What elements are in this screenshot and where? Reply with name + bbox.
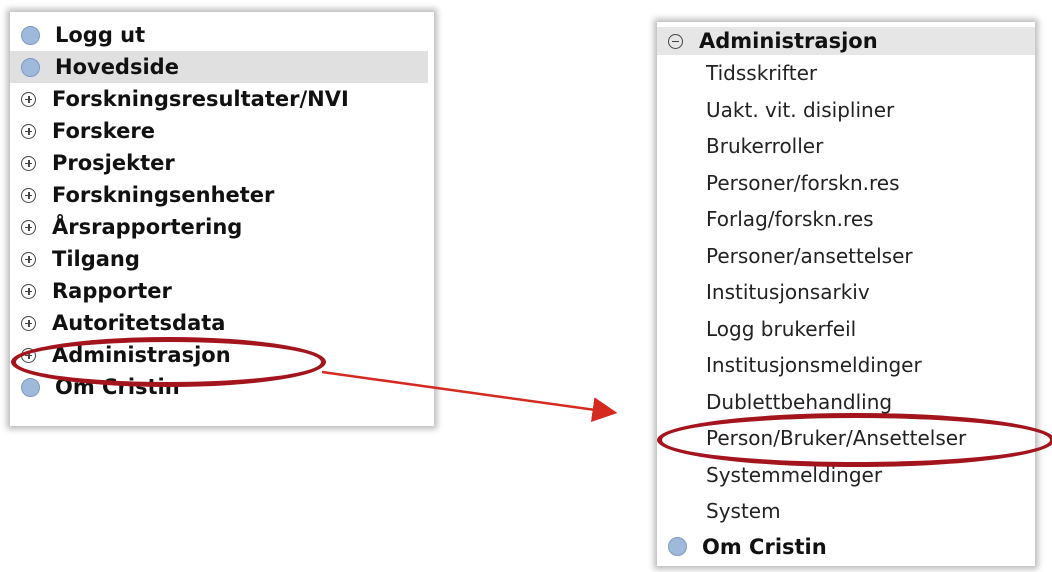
submenu-item-system[interactable]: System <box>657 493 1035 530</box>
collapse-minus-icon[interactable] <box>668 33 683 49</box>
submenu-item-institusjonsmeldinger[interactable]: Institusjonsmeldinger <box>657 347 1035 384</box>
menu-item-logg-ut[interactable]: Logg ut <box>10 19 434 51</box>
menu-item-label: Forskningsenheter <box>52 183 275 207</box>
submenu-item-uakt-vit-disipliner[interactable]: Uakt. vit. disipliner <box>657 92 1035 129</box>
menu-item-label: Administrasjon <box>52 343 231 367</box>
expand-plus-icon[interactable] <box>21 315 36 331</box>
submenu-item-brukerroller[interactable]: Brukerroller <box>657 128 1035 165</box>
bullet-icon <box>21 377 40 397</box>
menu-item-label: Årsrapportering <box>52 215 243 239</box>
menu-item-hovedside[interactable]: Hovedside <box>10 51 428 83</box>
expand-plus-icon[interactable] <box>21 219 36 235</box>
menu-item-administrasjon[interactable]: Administrasjon <box>10 339 434 371</box>
menu-item-label: Logg ut <box>55 23 146 47</box>
menu-item-label: Tilgang <box>52 247 140 271</box>
admin-submenu: Administrasjon Tidsskrifter Uakt. vit. d… <box>657 22 1035 564</box>
menu-item-autoritetsdata[interactable]: Autoritetsdata <box>10 307 434 339</box>
expand-plus-icon[interactable] <box>21 347 36 363</box>
menu-item-arsrapportering[interactable]: Årsrapportering <box>10 211 434 243</box>
main-menu: Logg ut Hovedside Forskningsresultater/N… <box>10 12 434 403</box>
menu-item-om-cristin[interactable]: Om Cristin <box>657 530 1035 564</box>
menu-item-label: Forskere <box>52 119 156 143</box>
submenu-item-personer-ansettelser[interactable]: Personer/ansettelser <box>657 238 1035 275</box>
menu-item-forskningsresultater[interactable]: Forskningsresultater/NVI <box>10 83 434 115</box>
menu-item-label: Autoritetsdata <box>52 311 226 335</box>
menu-item-forskere[interactable]: Forskere <box>10 115 434 147</box>
menu-item-om-cristin[interactable]: Om Cristin <box>10 371 434 403</box>
main-menu-panel: Logg ut Hovedside Forskningsresultater/N… <box>10 12 434 426</box>
submenu-item-systemmeldinger[interactable]: Systemmeldinger <box>657 457 1035 494</box>
bullet-icon <box>668 537 687 556</box>
menu-item-label: Administrasjon <box>699 29 878 53</box>
menu-item-label: Prosjekter <box>52 151 175 175</box>
submenu-item-institusjonsarkiv[interactable]: Institusjonsarkiv <box>657 274 1035 311</box>
submenu-item-person-bruker-ansettelser[interactable]: Person/Bruker/Ansettelser <box>657 420 1035 457</box>
menu-item-forskningsenheter[interactable]: Forskningsenheter <box>10 179 434 211</box>
submenu-item-forlag-forskn-res[interactable]: Forlag/forskn.res <box>657 201 1035 238</box>
menu-item-label: Rapporter <box>52 279 172 303</box>
menu-item-label: Om Cristin <box>55 375 180 399</box>
menu-item-rapporter[interactable]: Rapporter <box>10 275 434 307</box>
expand-plus-icon[interactable] <box>21 187 36 203</box>
bullet-icon <box>21 57 40 77</box>
menu-item-administrasjon-expanded[interactable]: Administrasjon <box>657 27 1035 55</box>
menu-item-label: Om Cristin <box>702 534 827 559</box>
menu-item-prosjekter[interactable]: Prosjekter <box>10 147 434 179</box>
expand-plus-icon[interactable] <box>21 283 36 299</box>
submenu-item-tidsskrifter[interactable]: Tidsskrifter <box>657 55 1035 92</box>
expand-plus-icon[interactable] <box>21 155 36 171</box>
expand-plus-icon[interactable] <box>21 251 36 267</box>
bullet-icon <box>21 25 40 45</box>
menu-item-label: Hovedside <box>55 55 179 79</box>
admin-submenu-panel: Administrasjon Tidsskrifter Uakt. vit. d… <box>657 22 1035 566</box>
submenu-item-dublettbehandling[interactable]: Dublettbehandling <box>657 384 1035 421</box>
submenu-item-logg-brukerfeil[interactable]: Logg brukerfeil <box>657 311 1035 348</box>
expand-plus-icon[interactable] <box>21 123 36 139</box>
menu-item-label: Forskningsresultater/NVI <box>52 87 349 111</box>
submenu-item-personer-forskn-res[interactable]: Personer/forskn.res <box>657 165 1035 202</box>
expand-plus-icon[interactable] <box>21 91 36 107</box>
menu-item-tilgang[interactable]: Tilgang <box>10 243 434 275</box>
